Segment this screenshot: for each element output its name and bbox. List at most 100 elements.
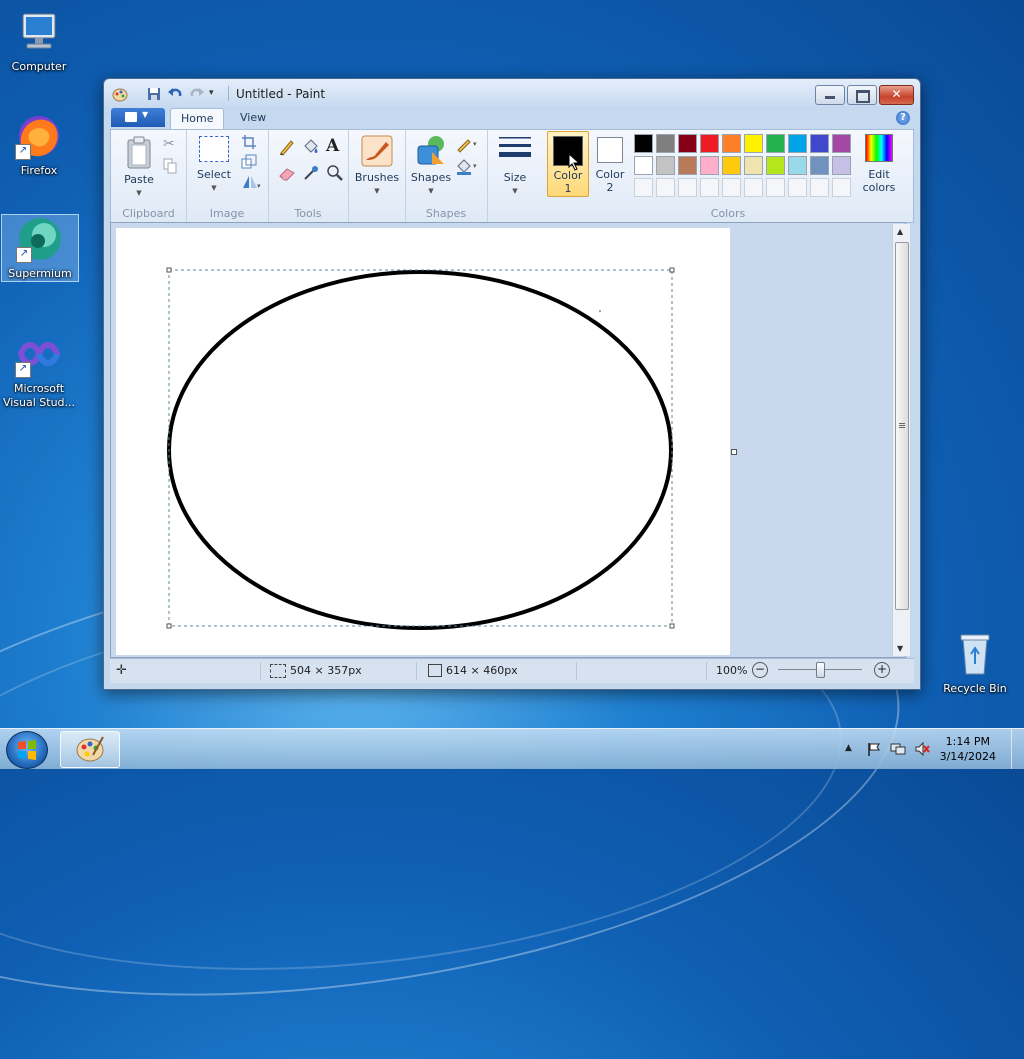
copy-icon[interactable] [163, 158, 183, 178]
zoom-out-button[interactable]: − [752, 662, 768, 678]
scroll-up-icon[interactable]: ▲ [897, 227, 903, 236]
undo-icon[interactable] [167, 86, 183, 102]
paint-window: ▾ Untitled - Paint ✕ ▼ Home View ? Paste… [103, 78, 921, 690]
palette-custom-slot[interactable] [656, 178, 675, 197]
palette-swatch[interactable] [700, 134, 719, 153]
resize-icon[interactable] [241, 154, 261, 174]
shapes-group: Shapes ▼ ▾ ▾ Shapes [405, 130, 488, 222]
crop-icon[interactable] [241, 134, 261, 154]
resize-handle[interactable] [166, 267, 172, 273]
computer-icon [15, 8, 63, 56]
palette-custom-slot[interactable] [810, 178, 829, 197]
palette-swatch[interactable] [656, 156, 675, 175]
redo-icon[interactable] [189, 86, 205, 102]
desktop-icon-visual-studio[interactable]: ↗ Microsoft Visual Stud... [1, 330, 77, 410]
drawing-canvas[interactable] [116, 228, 730, 655]
palette-custom-slot[interactable] [722, 178, 741, 197]
tab-home[interactable]: Home [170, 108, 225, 130]
paint-menu-button[interactable]: ▼ [111, 108, 165, 127]
zoom-level: 100% [716, 664, 748, 677]
minimize-button[interactable] [815, 85, 845, 105]
chevron-down-icon: ▼ [374, 187, 380, 195]
magnifier-icon[interactable] [326, 164, 346, 184]
maximize-button[interactable] [847, 85, 877, 105]
zoom-in-button[interactable]: + [874, 662, 890, 678]
palette-swatch[interactable] [722, 156, 741, 175]
palette-custom-slot[interactable] [788, 178, 807, 197]
resize-handle[interactable] [669, 267, 675, 273]
scrollbar-thumb[interactable] [895, 242, 909, 610]
palette-custom-slot[interactable] [678, 178, 697, 197]
taskbar-paint-button[interactable] [60, 731, 120, 768]
palette-swatch[interactable] [766, 156, 785, 175]
network-icon[interactable] [890, 741, 906, 757]
palette-swatch[interactable] [634, 156, 653, 175]
zoom-slider-thumb[interactable] [816, 662, 825, 678]
palette-swatch[interactable] [678, 156, 697, 175]
palette-swatch[interactable] [832, 134, 851, 153]
color-picker-icon[interactable] [302, 164, 322, 184]
palette-swatch[interactable] [700, 156, 719, 175]
paste-button[interactable]: Paste ▼ [117, 136, 161, 200]
close-button[interactable]: ✕ [879, 85, 914, 105]
palette-swatch[interactable] [832, 156, 851, 175]
pencil-icon[interactable] [278, 138, 298, 158]
edit-colors-button[interactable]: Edit colors [860, 134, 898, 194]
palette-swatch[interactable] [766, 134, 785, 153]
rotate-icon[interactable]: ▾ [241, 174, 261, 194]
resize-handle[interactable] [669, 623, 675, 629]
help-icon[interactable]: ? [896, 111, 910, 125]
shapes-button[interactable]: Shapes ▼ [409, 134, 453, 198]
shapes-icon [417, 136, 444, 165]
palette-custom-slot[interactable] [700, 178, 719, 197]
color2-button[interactable]: Color 2 [590, 131, 630, 195]
size-button[interactable]: Size ▼ [493, 134, 537, 198]
palette-custom-slot[interactable] [832, 178, 851, 197]
desktop-icon-computer[interactable]: Computer [1, 8, 77, 73]
shape-fill-icon[interactable]: ▾ [455, 158, 477, 178]
palette-swatch[interactable] [788, 156, 807, 175]
scroll-down-icon[interactable]: ▼ [897, 644, 903, 653]
save-icon[interactable] [146, 86, 162, 102]
cut-icon[interactable]: ✂ [163, 136, 183, 156]
eraser-icon[interactable] [278, 164, 298, 184]
palette-swatch[interactable] [656, 134, 675, 153]
brushes-button[interactable]: Brushes ▼ [353, 134, 401, 198]
vertical-scrollbar[interactable]: ▲ ▼ [892, 224, 910, 656]
palette-swatch[interactable] [744, 134, 763, 153]
color1-button[interactable]: Color 1 [547, 131, 589, 197]
canvas-resize-handle[interactable] [731, 449, 737, 455]
start-button[interactable] [6, 731, 48, 769]
svg-text:▾: ▾ [473, 162, 477, 170]
palette-custom-slot[interactable] [634, 178, 653, 197]
action-center-flag-icon[interactable] [866, 741, 882, 757]
palette-swatch[interactable] [788, 134, 807, 153]
palette-swatch[interactable] [810, 156, 829, 175]
resize-handle[interactable] [166, 623, 172, 629]
desktop-icon-recycle-bin[interactable]: Recycle Bin [937, 630, 1013, 695]
paint-app-icon[interactable] [112, 86, 128, 102]
show-desktop-button[interactable] [1011, 729, 1024, 769]
palette-custom-slot[interactable] [744, 178, 763, 197]
volume-muted-icon[interactable] [914, 741, 930, 757]
text-icon[interactable]: A [326, 136, 346, 156]
palette-swatch[interactable] [810, 134, 829, 153]
palette-swatch[interactable] [634, 134, 653, 153]
customize-qat-icon[interactable]: ▾ [209, 88, 225, 104]
palette-swatch[interactable] [744, 156, 763, 175]
ribbon: Paste ▼ ✂ Clipboard Select ▼ ▾ Image A T… [110, 129, 914, 223]
shortcut-arrow-icon: ↗ [15, 144, 31, 160]
show-hidden-icons-icon[interactable]: ▲ [845, 743, 861, 759]
minimize-icon [825, 96, 835, 99]
title-bar[interactable]: ▾ Untitled - Paint ✕ [104, 79, 920, 107]
desktop-icon-supermium[interactable]: ↗ Supermium [1, 214, 79, 282]
fill-icon[interactable] [302, 138, 322, 158]
palette-swatch[interactable] [722, 134, 741, 153]
outline-icon[interactable]: ▾ [455, 136, 477, 156]
palette-custom-slot[interactable] [766, 178, 785, 197]
select-button[interactable]: Select ▼ [194, 136, 234, 195]
tab-view[interactable]: View [230, 108, 276, 129]
palette-swatch[interactable] [678, 134, 697, 153]
system-clock[interactable]: 1:14 PM 3/14/2024 [940, 734, 996, 764]
desktop-icon-firefox[interactable]: ↗ Firefox [1, 112, 77, 177]
